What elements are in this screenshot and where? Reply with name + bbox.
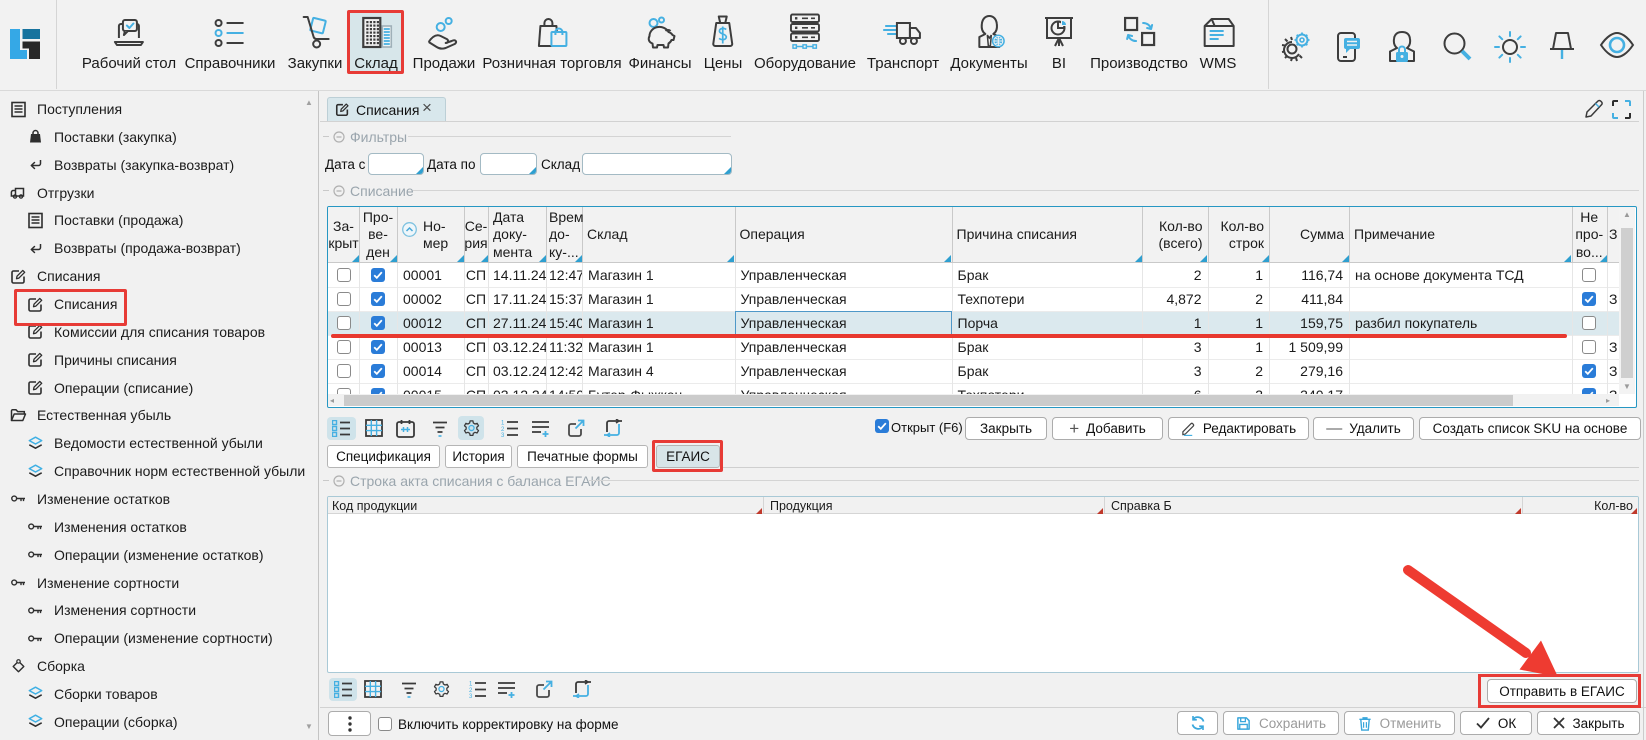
- svg-text:1: 1: [501, 421, 505, 427]
- svg-text:1: 1: [469, 682, 473, 688]
- svg-text:3: 3: [501, 433, 505, 437]
- svg-text:3: 3: [469, 694, 473, 698]
